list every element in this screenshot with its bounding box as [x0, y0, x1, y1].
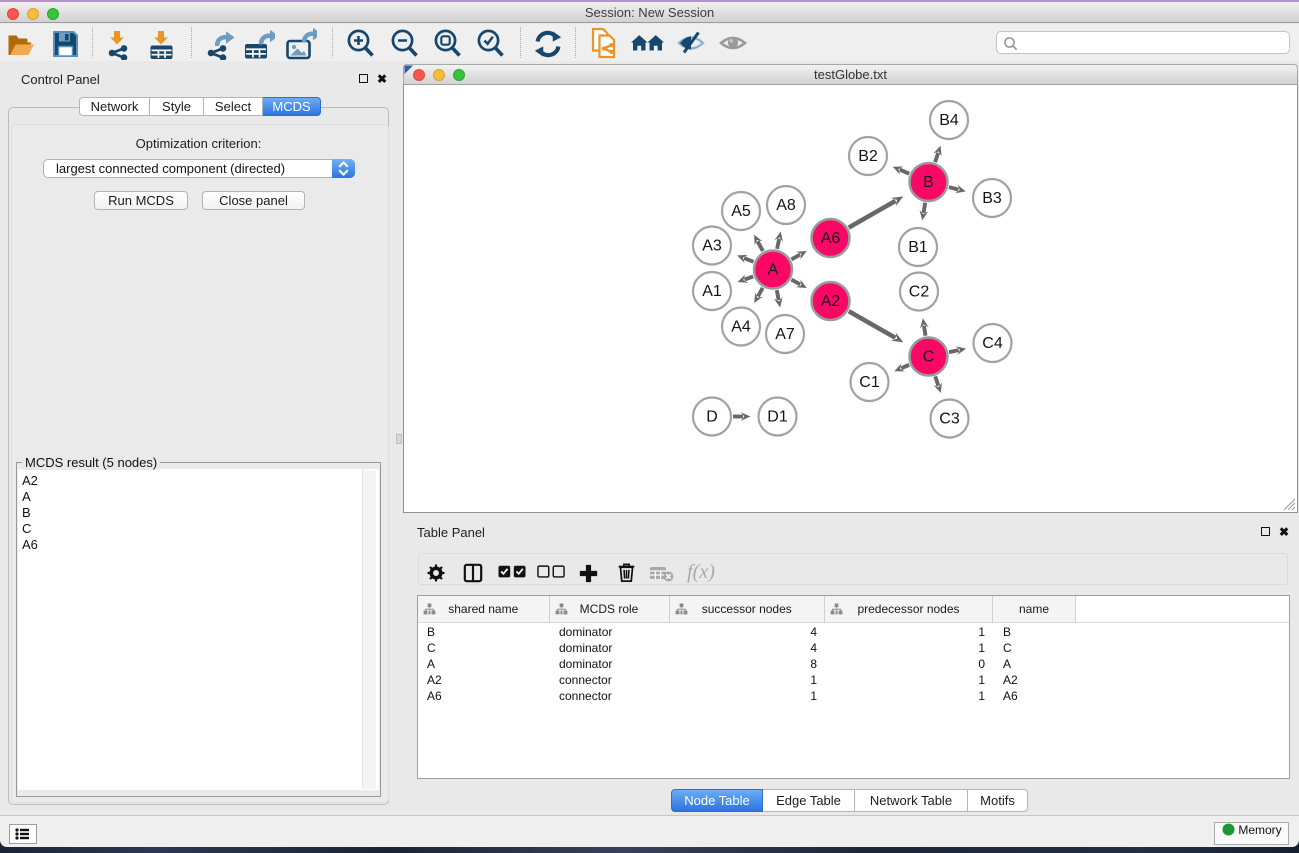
svg-text:B4: B4 [939, 112, 959, 129]
svg-text:A5: A5 [731, 203, 751, 220]
svg-text:A7: A7 [775, 326, 795, 343]
svg-text:B3: B3 [982, 190, 1002, 207]
svg-text:A1: A1 [702, 283, 722, 300]
svg-text:B: B [923, 174, 934, 191]
svg-text:A8: A8 [776, 197, 796, 214]
svg-text:A2: A2 [821, 293, 841, 310]
svg-text:B2: B2 [858, 148, 878, 165]
svg-text:A3: A3 [702, 238, 722, 255]
svg-text:A6: A6 [821, 230, 841, 247]
svg-text:C3: C3 [939, 411, 960, 428]
svg-text:B1: B1 [908, 239, 928, 256]
svg-text:D1: D1 [767, 409, 788, 426]
svg-text:C4: C4 [982, 335, 1003, 352]
svg-text:C2: C2 [909, 284, 930, 301]
svg-text:A: A [768, 262, 779, 279]
svg-text:C1: C1 [859, 374, 880, 391]
svg-text:A4: A4 [731, 319, 751, 336]
svg-text:C: C [923, 349, 935, 366]
svg-text:D: D [706, 409, 718, 426]
